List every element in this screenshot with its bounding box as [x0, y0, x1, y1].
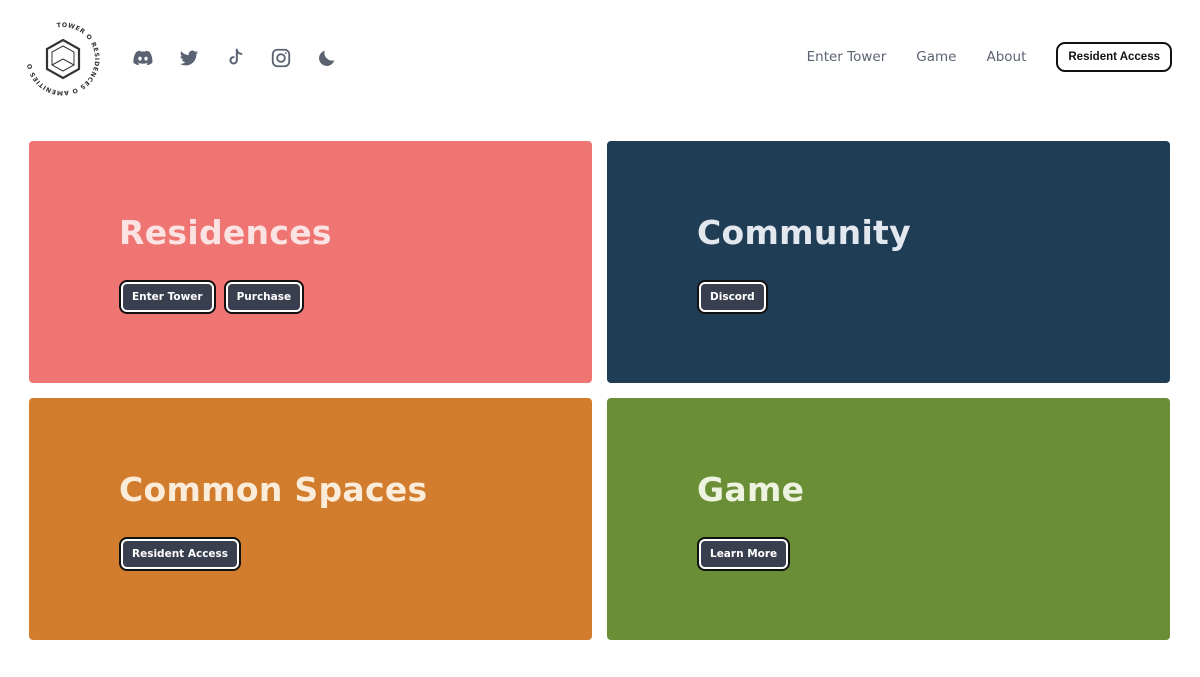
card-common-spaces: Common Spaces Resident Access	[29, 398, 592, 640]
card-actions: Enter Tower Purchase	[119, 280, 304, 314]
learn-more-button[interactable]: Learn More	[699, 539, 789, 569]
discord-button[interactable]: Discord	[699, 282, 766, 312]
nav-link-about[interactable]: About	[986, 49, 1026, 65]
card-residences: Residences Enter Tower Purchase	[29, 141, 592, 383]
tiktok-icon[interactable]	[222, 45, 248, 71]
card-actions: Resident Access	[119, 537, 241, 571]
svg-text:TOWER O RESIDENCES O AMENITIES: TOWER O RESIDENCES O AMENITIES O COMMON …	[22, 18, 100, 96]
enter-tower-button[interactable]: Enter Tower	[121, 282, 214, 312]
card-actions: Discord	[697, 280, 768, 314]
card-game: Game Learn More	[607, 398, 1170, 640]
card-community: Community Discord	[607, 141, 1170, 383]
logo[interactable]: TOWER O RESIDENCES O AMENITIES O COMMON …	[19, 13, 104, 100]
main-nav: Enter Tower Game About Resident Access	[807, 42, 1172, 72]
card-title: Common Spaces	[119, 470, 428, 509]
card-title: Residences	[119, 213, 332, 252]
card-title: Community	[697, 213, 911, 252]
resident-access-card-button[interactable]: Resident Access	[121, 539, 240, 569]
site-header: TOWER O RESIDENCES O AMENITIES O COMMON …	[0, 0, 1200, 120]
discord-icon[interactable]	[130, 45, 156, 71]
moon-icon[interactable]	[314, 45, 340, 71]
logo-ring-text: TOWER O RESIDENCES O AMENITIES O COMMON …	[19, 13, 100, 96]
purchase-button[interactable]: Purchase	[225, 282, 303, 312]
twitter-icon[interactable]	[176, 45, 202, 71]
nav-link-game[interactable]: Game	[916, 49, 956, 65]
tower-logo-icon: TOWER O RESIDENCES O AMENITIES O COMMON …	[19, 13, 100, 96]
card-actions: Learn More	[697, 537, 790, 571]
instagram-icon[interactable]	[268, 45, 294, 71]
nav-link-enter-tower[interactable]: Enter Tower	[807, 49, 887, 65]
resident-access-button[interactable]: Resident Access	[1056, 42, 1172, 72]
social-links	[130, 45, 340, 71]
card-title: Game	[697, 470, 805, 509]
